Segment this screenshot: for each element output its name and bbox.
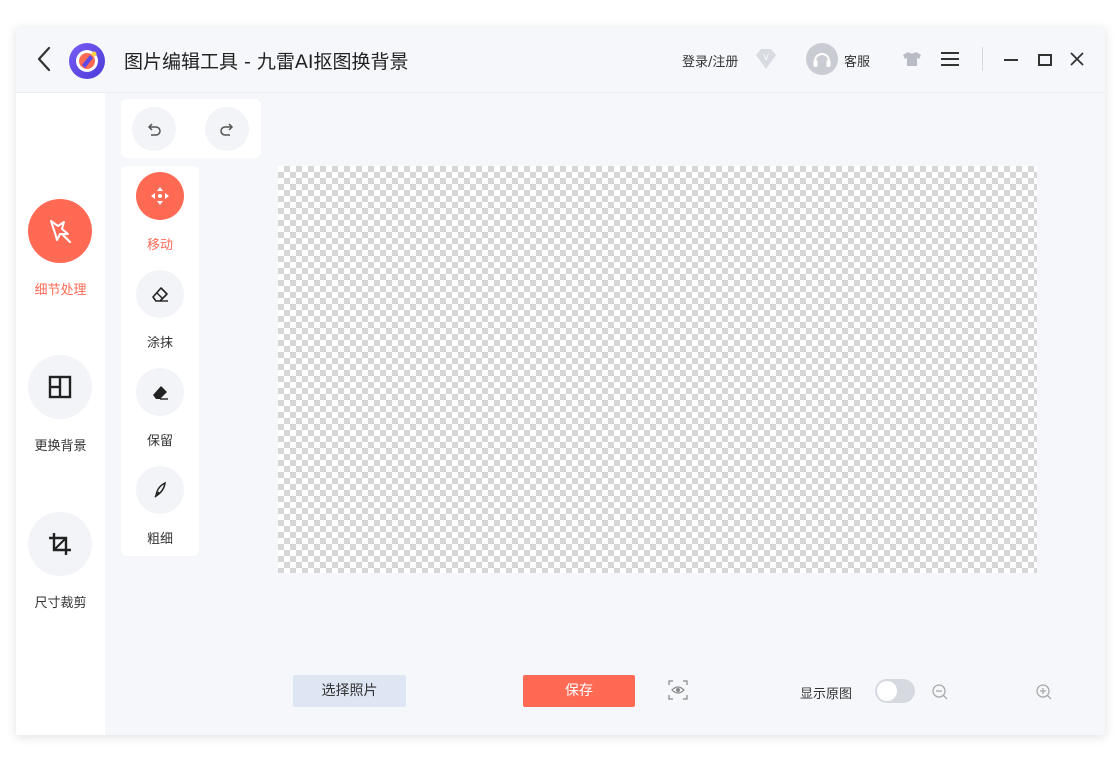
sidebar-item-detail-circle: [28, 199, 92, 263]
show-original-toggle[interactable]: [875, 679, 915, 703]
brush-size-icon: [154, 481, 166, 498]
customer-service-avatar[interactable]: [806, 43, 838, 75]
tool-smear-circle: [136, 270, 184, 318]
app-logo-icon: [69, 43, 105, 79]
headset-icon: [813, 53, 831, 67]
redo-icon: [220, 123, 234, 136]
sidebar-item-background-circle: [28, 355, 92, 419]
zoom-out-icon[interactable]: [931, 683, 949, 701]
vip-diamond-icon[interactable]: V: [754, 48, 778, 70]
magic-wand-icon: [50, 220, 72, 244]
back-arrow-icon[interactable]: [34, 44, 54, 74]
history-toolbar: [121, 99, 261, 158]
choose-photo-button[interactable]: 选择照片: [293, 675, 406, 707]
tool-keep-circle: [136, 368, 184, 416]
toggle-knob: [877, 681, 897, 701]
tool-label: 保留: [146, 434, 173, 449]
tool-label: 移动: [146, 238, 173, 253]
eraser-icon: [152, 287, 168, 302]
zoom-in-icon[interactable]: [1035, 683, 1053, 701]
save-button[interactable]: 保存: [523, 675, 635, 707]
sidebar-item-label: 细节处理: [34, 283, 87, 298]
app-window: 图片编辑工具 - 九雷AI抠图换背景 登录/注册 V 客服 细节处理 更换背景 …: [16, 27, 1105, 735]
tool-panel: 移动 涂抹 保留 粗细: [121, 166, 199, 556]
undo-icon: [147, 123, 161, 136]
tool-brush-size-circle: [136, 466, 184, 514]
maximize-icon[interactable]: [1036, 51, 1054, 69]
sidebar-item-label: 更换背景: [34, 439, 87, 454]
login-register-link[interactable]: 登录/注册: [682, 51, 738, 70]
menu-icon[interactable]: [940, 50, 960, 68]
tool-move-circle: [136, 172, 184, 220]
tool-label: 粗细: [146, 532, 173, 547]
customer-service-label[interactable]: 客服: [844, 51, 870, 70]
skin-shirt-icon[interactable]: [902, 51, 922, 67]
sidebar-item-label: 尺寸裁剪: [34, 596, 87, 611]
left-sidebar: 细节处理 更换背景 尺寸裁剪: [16, 93, 105, 735]
app-title: 图片编辑工具 - 九雷AI抠图换背景: [124, 51, 409, 73]
move-icon: [151, 187, 169, 205]
tool-label: 涂抹: [146, 336, 173, 351]
title-bar: 图片编辑工具 - 九雷AI抠图换背景 登录/注册 V 客服: [16, 27, 1105, 93]
titlebar-divider: [982, 47, 983, 71]
svg-text:V: V: [763, 53, 769, 62]
close-icon[interactable]: [1068, 50, 1086, 68]
minimize-icon[interactable]: [1002, 51, 1020, 69]
keep-brush-icon: [153, 386, 168, 400]
layout-icon: [48, 375, 72, 399]
image-canvas[interactable]: [278, 166, 1037, 573]
preview-eye-icon[interactable]: [667, 679, 689, 701]
undo-button[interactable]: [132, 107, 176, 151]
sidebar-item-crop-circle: [28, 512, 92, 576]
crop-icon: [49, 533, 71, 555]
show-original-label: 显示原图: [800, 687, 853, 702]
redo-button[interactable]: [205, 107, 249, 151]
